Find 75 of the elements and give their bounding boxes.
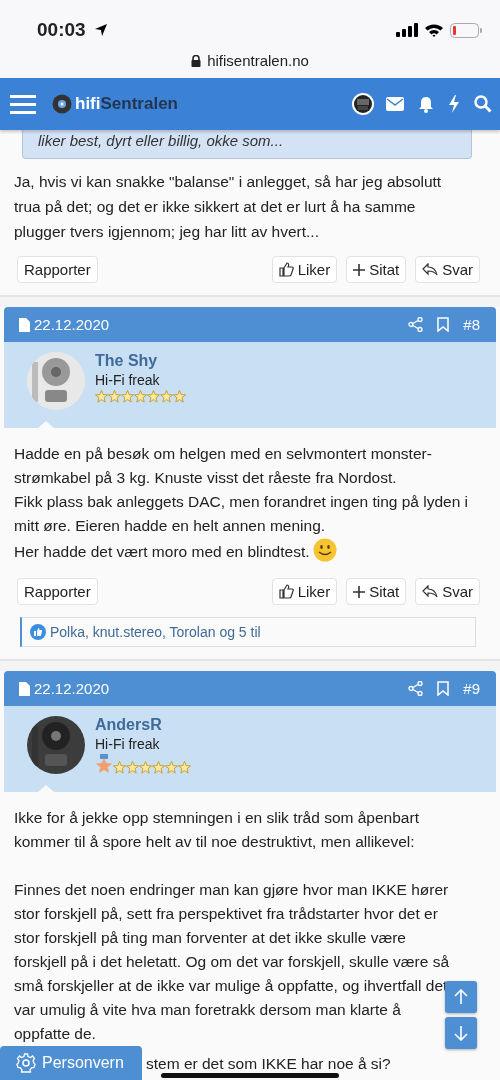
share-icon[interactable] (408, 317, 424, 332)
star-icon (160, 390, 173, 403)
star-icon (134, 390, 147, 403)
post-date[interactable]: 22.12.2020 (34, 680, 110, 697)
envelope-icon[interactable] (386, 97, 404, 111)
post-text: Ikke for å jekke opp stemningen i en slik tråd som åpenbart kommer til å spore helt av til noe destruktivt, men allikevel: (14, 809, 419, 850)
user-rank: Hi-Fi freak (95, 736, 161, 752)
reply-button[interactable]: Svar (415, 256, 480, 283)
document-icon (19, 317, 30, 332)
star-icon (147, 390, 160, 403)
medal-icon (95, 754, 113, 774)
reply-arrow-icon (422, 585, 439, 598)
gear-icon (16, 1053, 36, 1073)
quote-button[interactable]: Sitat (346, 256, 407, 283)
star-icon (108, 390, 121, 403)
share-icon[interactable] (408, 681, 424, 696)
star-icon (152, 761, 165, 774)
post-text: stem er det som IKKE har noe å si? (146, 1055, 391, 1072)
thumbs-up-icon (278, 584, 294, 599)
user-rank: Hi-Fi freak (95, 372, 161, 388)
menu-icon[interactable] (10, 94, 36, 114)
smiley-icon (312, 538, 337, 562)
record-icon (52, 94, 72, 114)
star-icon (121, 390, 134, 403)
star-icon (113, 761, 126, 774)
thumbs-up-icon (278, 262, 294, 277)
reply-arrow-icon (422, 263, 439, 276)
signal-icon (396, 23, 418, 37)
bookmark-icon[interactable] (437, 317, 450, 332)
star-icon (95, 390, 108, 403)
post-number[interactable]: #9 (463, 680, 480, 697)
like-button[interactable]: Liker (271, 578, 338, 605)
bell-icon[interactable] (418, 95, 434, 113)
quote-button[interactable]: Sitat (346, 578, 407, 605)
battery-icon (450, 22, 482, 38)
clock-time: 00:03 (37, 19, 86, 41)
arrow-up-icon (454, 989, 468, 1005)
plus-icon (353, 263, 366, 276)
scroll-down-button[interactable] (445, 1017, 477, 1049)
star-icon (165, 761, 178, 774)
post-date[interactable]: 22.12.2020 (34, 316, 110, 333)
post-text: Fikk plass bak anleggets DAC, men forandret ingen ting på lyden i mitt øre. Eieren hadde en helt annen mening. (14, 493, 469, 534)
lightning-icon[interactable] (448, 95, 460, 113)
star-icon (173, 390, 186, 403)
wifi-icon (424, 23, 444, 37)
quote-text: liker best, dyrt eller billig, okke som... (38, 132, 284, 149)
plus-icon (353, 585, 366, 598)
like-icon (30, 624, 46, 640)
bookmark-icon[interactable] (437, 681, 450, 696)
star-icon (139, 761, 152, 774)
arrow-down-icon (454, 1025, 468, 1041)
search-icon[interactable] (474, 95, 492, 113)
reactions-link[interactable]: Polka, knut.stereo, Torolan og 5 til (50, 624, 261, 640)
report-button[interactable]: Rapporter (17, 578, 98, 605)
logo-text[interactable]: hifi (75, 94, 101, 114)
post-number[interactable]: #8 (463, 316, 480, 333)
url-text[interactable]: hifisentralen.no (207, 52, 309, 69)
lock-icon (191, 54, 202, 67)
star-icon (178, 761, 191, 774)
star-icon (126, 761, 139, 774)
logo-text[interactable]: Sentralen (100, 94, 178, 114)
post-text: Hadde en på besøk om helgen med en selvmontert monster-strømkabel på 3 kg. Knuste visst det råeste fra Nordost. (14, 445, 432, 486)
document-icon (19, 681, 30, 696)
like-button[interactable]: Liker (271, 256, 338, 283)
location-arrow-icon (93, 23, 108, 37)
scroll-up-button[interactable] (445, 981, 477, 1013)
post-text: Her hadde det vært moro med en blindtest. (14, 543, 310, 560)
username-link[interactable]: The Shy (95, 352, 186, 370)
privacy-button[interactable]: Personvern (0, 1046, 142, 1080)
reply-button[interactable]: Svar (415, 578, 480, 605)
post-text: Ja, hvis vi kan snakke "balanse" i anlegget, så har jeg absolutt trua på det; og det er ikke sikkert at det er lurt å ha samme plugger tvers igjennom; jeg har litt av hvert... (14, 172, 443, 242)
report-button[interactable]: Rapporter (17, 256, 98, 283)
pointer-notch (38, 785, 54, 792)
pointer-notch (38, 421, 54, 428)
username-link[interactable]: AndersR (95, 716, 191, 734)
